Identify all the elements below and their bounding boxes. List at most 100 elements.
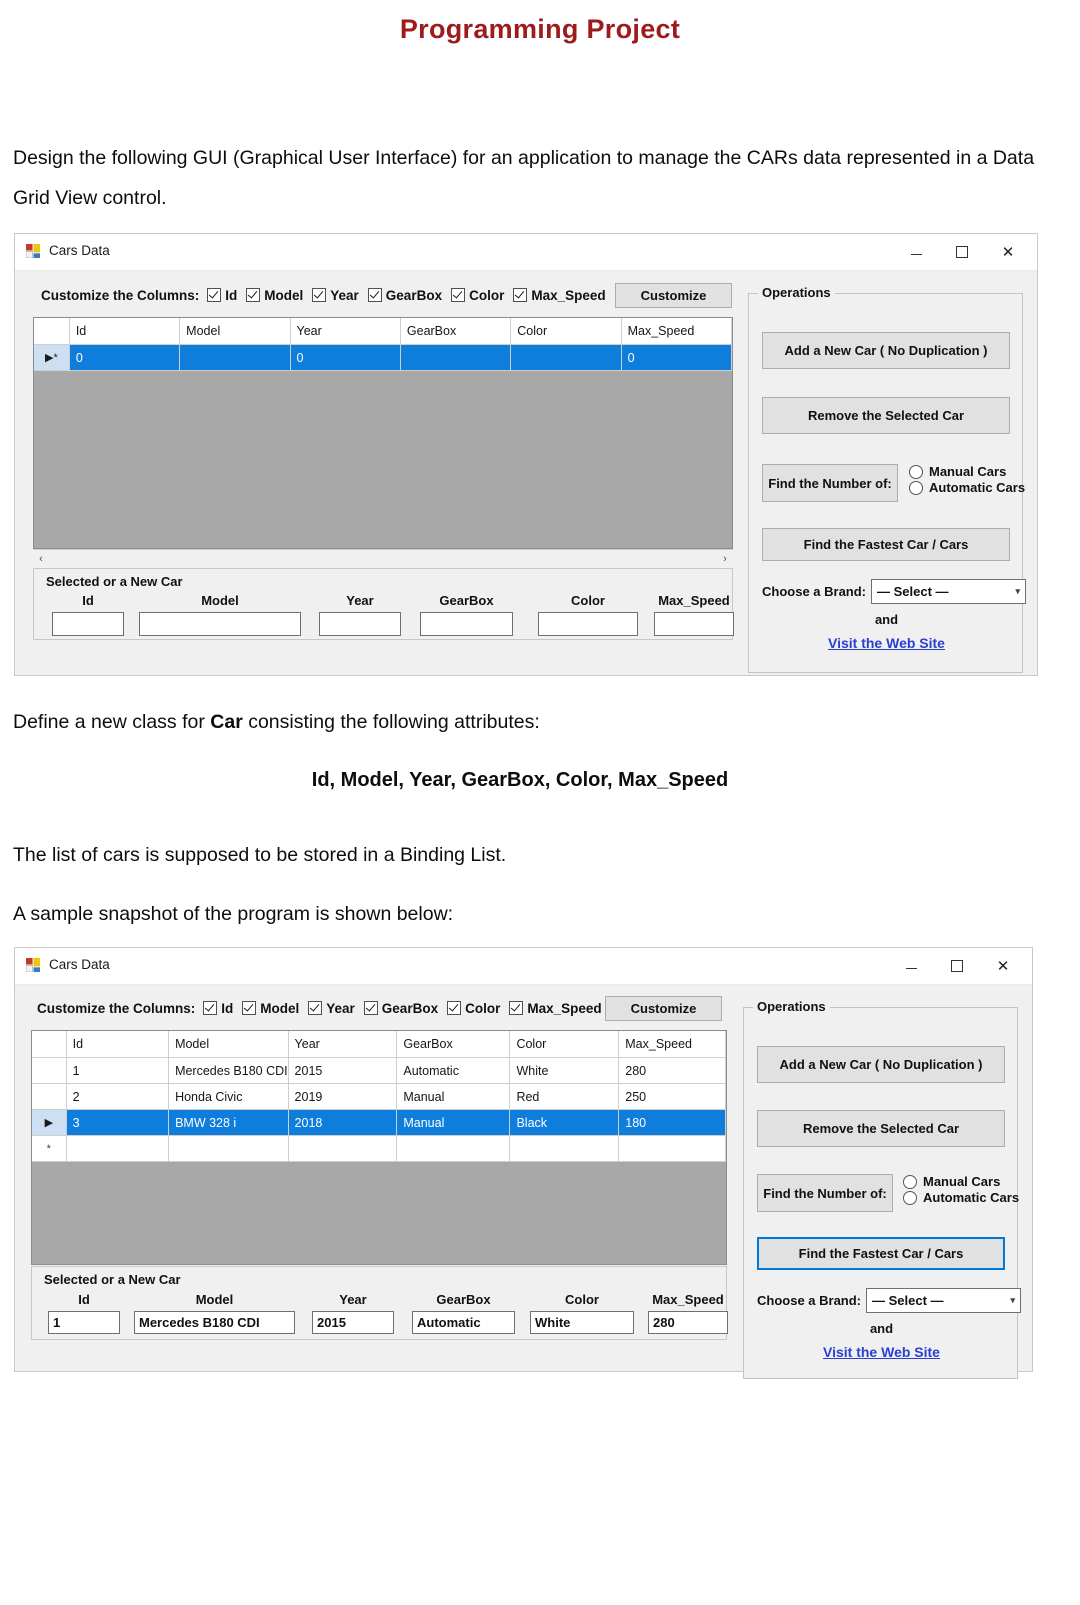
- checkbox-max-speed[interactable]: Max_Speed: [509, 1001, 602, 1016]
- table-cell[interactable]: 2: [66, 1083, 170, 1110]
- row-header-cell[interactable]: [32, 1057, 67, 1084]
- minimize-button[interactable]: [893, 237, 939, 267]
- grid-col-gearbox[interactable]: GearBox: [396, 1031, 511, 1058]
- grid-col-model[interactable]: Model: [179, 318, 291, 345]
- maximize-button[interactable]: [934, 951, 980, 981]
- cars-data-grid-empty[interactable]: Id Model Year GearBox Color Max_Speed ▶*…: [33, 317, 733, 549]
- checkbox-gearbox[interactable]: GearBox: [367, 288, 442, 303]
- checkbox-max-speed[interactable]: Max_Speed: [513, 288, 606, 303]
- grid-col-id[interactable]: Id: [69, 318, 181, 345]
- close-button[interactable]: ✕: [985, 237, 1031, 267]
- cars-data-grid-filled[interactable]: Id Model Year GearBox Color Max_Speed 1M…: [31, 1030, 727, 1265]
- grid-horizontal-scrollbar[interactable]: ‹ ›: [33, 549, 733, 567]
- scroll-right-arrow[interactable]: ›: [717, 553, 733, 565]
- maximize-button[interactable]: [939, 237, 985, 267]
- radio-automatic-cars[interactable]: Automatic Cars: [903, 1190, 1019, 1205]
- table-cell[interactable]: Honda Civic: [168, 1083, 289, 1110]
- visit-web-site-link[interactable]: Visit the Web Site: [744, 1344, 1019, 1360]
- table-cell[interactable]: 250: [618, 1083, 726, 1110]
- field-color-input[interactable]: White: [530, 1311, 634, 1334]
- table-cell[interactable]: [168, 1135, 289, 1162]
- table-cell[interactable]: Automatic: [396, 1057, 511, 1084]
- field-id-input[interactable]: [52, 612, 124, 636]
- add-new-car-button[interactable]: Add a New Car ( No Duplication ): [757, 1046, 1005, 1083]
- find-fastest-car-button[interactable]: Find the Fastest Car / Cars: [762, 528, 1010, 561]
- table-cell[interactable]: [509, 1135, 620, 1162]
- brand-select[interactable]: — Select — ▾: [871, 579, 1027, 604]
- field-year-input[interactable]: 2015: [312, 1311, 394, 1334]
- table-cell[interactable]: Red: [509, 1083, 620, 1110]
- checkbox-year[interactable]: Year: [308, 1001, 355, 1016]
- checkbox-model[interactable]: Model: [246, 288, 303, 303]
- table-cell[interactable]: [400, 344, 512, 371]
- table-cell[interactable]: 2018: [288, 1109, 398, 1136]
- grid-col-id[interactable]: Id: [66, 1031, 170, 1058]
- grid-col-year[interactable]: Year: [288, 1031, 398, 1058]
- checkbox-id[interactable]: Id: [207, 288, 237, 303]
- find-fastest-car-button[interactable]: Find the Fastest Car / Cars: [757, 1237, 1005, 1270]
- field-gearbox-input[interactable]: Automatic: [412, 1311, 515, 1334]
- add-new-car-button[interactable]: Add a New Car ( No Duplication ): [762, 332, 1010, 369]
- customize-button[interactable]: Customize: [605, 996, 722, 1021]
- row-header-cell[interactable]: ▶: [32, 1109, 67, 1136]
- checkbox-color[interactable]: Color: [447, 1001, 500, 1016]
- grid-col-color[interactable]: Color: [510, 318, 622, 345]
- table-cell[interactable]: 180: [618, 1109, 726, 1136]
- table-cell[interactable]: 0: [69, 344, 181, 371]
- grid-col-year[interactable]: Year: [290, 318, 401, 345]
- field-gearbox-input[interactable]: [420, 612, 513, 636]
- find-number-of-button[interactable]: Find the Number of:: [757, 1174, 893, 1212]
- field-id-input[interactable]: 1: [48, 1311, 120, 1334]
- table-row[interactable]: ▶* 0 0 0: [34, 344, 732, 371]
- table-cell[interactable]: 2019: [288, 1083, 398, 1110]
- row-header-cell[interactable]: ▶*: [34, 344, 70, 371]
- field-model-input[interactable]: [139, 612, 301, 636]
- table-row[interactable]: *: [32, 1135, 726, 1162]
- field-year-input[interactable]: [319, 612, 401, 636]
- grid-col-max-speed[interactable]: Max_Speed: [618, 1031, 726, 1058]
- checkbox-year[interactable]: Year: [312, 288, 359, 303]
- checkbox-id[interactable]: Id: [203, 1001, 233, 1016]
- table-cell[interactable]: Black: [509, 1109, 620, 1136]
- table-cell[interactable]: 280: [618, 1057, 726, 1084]
- row-header-cell[interactable]: [32, 1083, 67, 1110]
- table-cell[interactable]: [396, 1135, 511, 1162]
- grid-col-model[interactable]: Model: [168, 1031, 289, 1058]
- field-color-input[interactable]: [538, 612, 638, 636]
- table-row[interactable]: ▶ 3 BMW 328 i 2018 Manual Black 180: [32, 1109, 726, 1136]
- table-cell[interactable]: 0: [621, 344, 732, 371]
- checkbox-gearbox[interactable]: GearBox: [363, 1001, 438, 1016]
- close-button[interactable]: ✕: [980, 951, 1026, 981]
- checkbox-color[interactable]: Color: [451, 288, 504, 303]
- table-cell[interactable]: 3: [66, 1109, 170, 1136]
- table-cell[interactable]: [179, 344, 291, 371]
- table-cell[interactable]: White: [509, 1057, 620, 1084]
- table-cell[interactable]: BMW 328 i: [168, 1109, 289, 1136]
- table-row[interactable]: 1 Mercedes B180 CDI 2015 Automatic White 280: [32, 1057, 726, 1084]
- grid-col-gearbox[interactable]: GearBox: [400, 318, 512, 345]
- table-cell[interactable]: [288, 1135, 398, 1162]
- field-model-input[interactable]: Mercedes B180 CDI: [134, 1311, 295, 1334]
- customize-button[interactable]: Customize: [615, 283, 732, 308]
- brand-select[interactable]: — Select — ▾: [866, 1288, 1022, 1313]
- table-cell[interactable]: 1: [66, 1057, 170, 1084]
- table-cell[interactable]: [66, 1135, 170, 1162]
- checkbox-model[interactable]: Model: [242, 1001, 299, 1016]
- table-cell[interactable]: [618, 1135, 726, 1162]
- table-cell[interactable]: Manual: [396, 1109, 511, 1136]
- scroll-track[interactable]: [49, 550, 717, 567]
- field-max-speed-input[interactable]: [654, 612, 734, 636]
- minimize-button[interactable]: [888, 951, 934, 981]
- table-cell[interactable]: [510, 344, 622, 371]
- remove-selected-car-button[interactable]: Remove the Selected Car: [762, 397, 1010, 434]
- grid-col-color[interactable]: Color: [509, 1031, 620, 1058]
- grid-col-max-speed[interactable]: Max_Speed: [621, 318, 732, 345]
- radio-automatic-cars[interactable]: Automatic Cars: [909, 480, 1025, 495]
- visit-web-site-link[interactable]: Visit the Web Site: [749, 635, 1024, 651]
- radio-manual-cars[interactable]: Manual Cars: [909, 464, 1025, 479]
- table-row[interactable]: 2 Honda Civic 2019 Manual Red 250: [32, 1083, 726, 1110]
- table-cell[interactable]: Manual: [396, 1083, 511, 1110]
- table-cell[interactable]: 0: [290, 344, 401, 371]
- find-number-of-button[interactable]: Find the Number of:: [762, 464, 898, 502]
- radio-manual-cars[interactable]: Manual Cars: [903, 1174, 1019, 1189]
